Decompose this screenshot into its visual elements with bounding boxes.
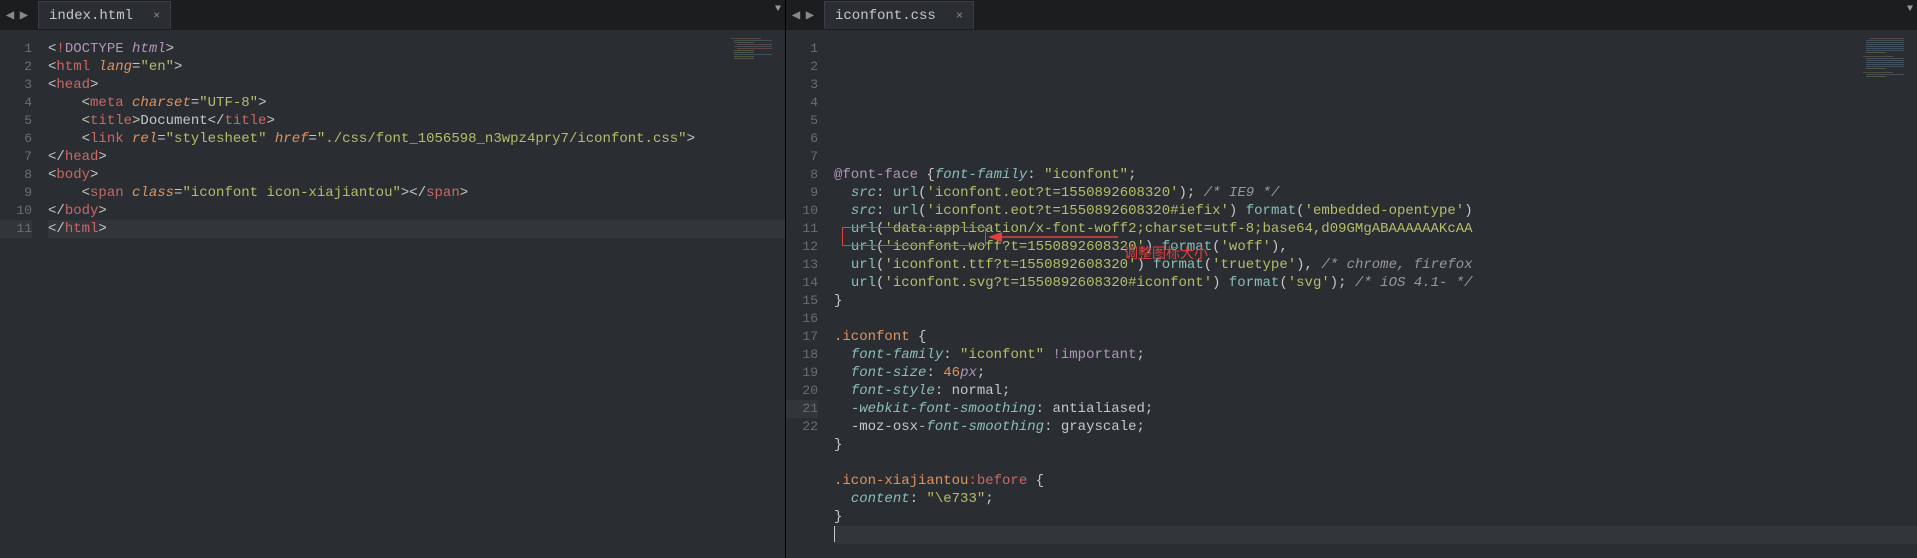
code-line[interactable]: <body> [48, 166, 785, 184]
tab-dropdown-icon[interactable]: ▼ [775, 4, 781, 15]
code-line[interactable]: <!DOCTYPE html> [48, 40, 785, 58]
right-pane: ◀ ▶ iconfont.css × ▼ 1234567891011121314… [786, 0, 1917, 558]
line-number: 4 [786, 94, 818, 112]
line-number: 7 [0, 148, 32, 166]
line-number: 12 [786, 238, 818, 256]
tab-iconfont-css[interactable]: iconfont.css × [824, 1, 974, 29]
nav-next-icon[interactable]: ▶ [18, 7, 30, 24]
code-line[interactable]: font-style: normal; [834, 382, 1917, 400]
code-line[interactable]: <title>Document</title> [48, 112, 785, 130]
line-number: 15 [786, 292, 818, 310]
line-number: 8 [786, 166, 818, 184]
code-line[interactable]: </body> [48, 202, 785, 220]
code-line[interactable]: <meta charset="UTF-8"> [48, 94, 785, 112]
line-number: 5 [786, 112, 818, 130]
line-number: 8 [0, 166, 32, 184]
line-number: 11 [0, 220, 32, 238]
code-line[interactable]: <span class="iconfont icon-xiajiantou"><… [48, 184, 785, 202]
close-icon[interactable]: × [956, 9, 963, 23]
code-line[interactable] [834, 454, 1917, 472]
editor-body-left[interactable]: 1234567891011 <!DOCTYPE html><html lang=… [0, 30, 785, 558]
gutter-right: 12345678910111213141516171819202122 [786, 30, 828, 558]
code-line[interactable]: } [834, 508, 1917, 526]
line-number: 2 [786, 58, 818, 76]
code-line[interactable]: font-family: "iconfont" !important; [834, 346, 1917, 364]
line-number: 17 [786, 328, 818, 346]
nav-arrows-left: ◀ ▶ [0, 7, 34, 24]
line-number: 9 [786, 184, 818, 202]
nav-next-icon[interactable]: ▶ [804, 7, 816, 24]
close-icon[interactable]: × [153, 9, 160, 23]
line-number: 3 [0, 76, 32, 94]
nav-prev-icon[interactable]: ◀ [4, 7, 16, 24]
code-line[interactable]: .icon-xiajiantou:before { [834, 472, 1917, 490]
code-line[interactable]: } [834, 292, 1917, 310]
code-line[interactable] [834, 526, 1917, 544]
code-line[interactable]: </head> [48, 148, 785, 166]
code-line[interactable] [834, 544, 1917, 558]
left-pane: ◀ ▶ index.html × ▼ 1234567891011 <!DOCTY… [0, 0, 786, 558]
line-number: 6 [0, 130, 32, 148]
line-number: 21 [786, 400, 818, 418]
tab-bar-left: ◀ ▶ index.html × ▼ [0, 0, 785, 30]
line-number: 5 [0, 112, 32, 130]
code-line[interactable]: -moz-osx-font-smoothing: grayscale; [834, 418, 1917, 436]
tab-index-html[interactable]: index.html × [38, 1, 171, 29]
code-line[interactable]: src: url('iconfont.eot?t=1550892608320')… [834, 184, 1917, 202]
code-line[interactable]: <html lang="en"> [48, 58, 785, 76]
code-line[interactable]: url('data:application/x-font-woff2;chars… [834, 220, 1917, 238]
tab-dropdown-icon[interactable]: ▼ [1907, 4, 1913, 15]
line-number: 22 [786, 418, 818, 436]
line-number: 13 [786, 256, 818, 274]
code-line[interactable]: content: "\e733"; [834, 490, 1917, 508]
line-number: 1 [786, 40, 818, 58]
code-line[interactable]: -webkit-font-smoothing: antialiased; [834, 400, 1917, 418]
code-line[interactable]: </html> [48, 220, 785, 238]
editor-split-container: ◀ ▶ index.html × ▼ 1234567891011 <!DOCTY… [0, 0, 1917, 558]
line-number: 19 [786, 364, 818, 382]
nav-prev-icon[interactable]: ◀ [790, 7, 802, 24]
line-number: 11 [786, 220, 818, 238]
gutter-left: 1234567891011 [0, 30, 42, 558]
code-line[interactable]: url('iconfont.woff?t=1550892608320') for… [834, 238, 1917, 256]
line-number: 20 [786, 382, 818, 400]
code-line[interactable]: } [834, 436, 1917, 454]
editor-body-right[interactable]: 12345678910111213141516171819202122 调整图标… [786, 30, 1917, 558]
nav-arrows-right: ◀ ▶ [786, 7, 820, 24]
code-line[interactable]: .iconfont { [834, 328, 1917, 346]
line-number: 2 [0, 58, 32, 76]
line-number: 18 [786, 346, 818, 364]
code-line[interactable]: <link rel="stylesheet" href="./css/font_… [48, 130, 785, 148]
tab-label: iconfont.css [835, 8, 936, 24]
line-number: 14 [786, 274, 818, 292]
line-number: 3 [786, 76, 818, 94]
line-number: 10 [786, 202, 818, 220]
line-number: 16 [786, 310, 818, 328]
code-area-left[interactable]: <!DOCTYPE html><html lang="en"><head> <m… [42, 30, 785, 558]
line-number: 10 [0, 202, 32, 220]
code-line[interactable]: <head> [48, 76, 785, 94]
line-number: 1 [0, 40, 32, 58]
code-line[interactable]: font-size: 46px; [834, 364, 1917, 382]
code-area-right[interactable]: 调整图标大小 @font-face {font-family: "iconfon… [828, 30, 1917, 558]
code-line[interactable]: url('iconfont.svg?t=1550892608320#iconfo… [834, 274, 1917, 292]
line-number: 6 [786, 130, 818, 148]
line-number: 9 [0, 184, 32, 202]
code-line[interactable] [834, 310, 1917, 328]
code-line[interactable]: src: url('iconfont.eot?t=1550892608320#i… [834, 202, 1917, 220]
tab-bar-right: ◀ ▶ iconfont.css × ▼ [786, 0, 1917, 30]
tab-label: index.html [49, 8, 133, 24]
code-line[interactable]: url('iconfont.ttf?t=1550892608320') form… [834, 256, 1917, 274]
line-number: 4 [0, 94, 32, 112]
code-line[interactable]: @font-face {font-family: "iconfont"; [834, 166, 1917, 184]
line-number: 7 [786, 148, 818, 166]
